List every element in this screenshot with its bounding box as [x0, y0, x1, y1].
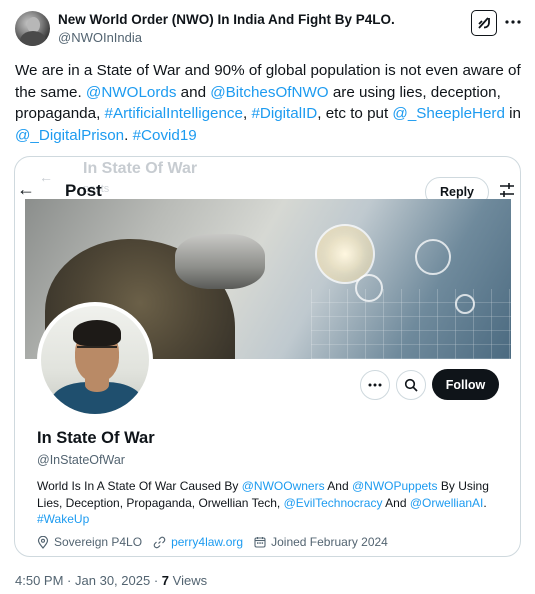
mention-link: @NWOOwners — [241, 479, 325, 493]
mention-link: @OrwellianAI — [409, 495, 484, 510]
tweet-text-segment: , etc to put — [317, 105, 393, 122]
mention-link[interactable]: @_DigitalPrison — [15, 127, 124, 144]
hashtag-link[interactable]: #DigitalID — [251, 105, 317, 122]
hashtag-link[interactable]: #Covid19 — [133, 127, 197, 144]
mention-link[interactable]: @NWOLords — [86, 84, 177, 101]
profile-website: perry4law.org — [153, 535, 243, 549]
profile-location-text: Sovereign P4LO — [54, 535, 143, 549]
hashtag-link[interactable]: #ArtificialIntelligence — [105, 105, 243, 122]
profile-bio: World Is In A State Of War Caused By @NW… — [37, 478, 507, 528]
bio-text-segment: And — [382, 495, 410, 510]
profile-search-button — [396, 370, 426, 400]
author-name[interactable]: New World Order (NWO) In India And Fight… — [58, 12, 395, 27]
tweet-text: We are in a State of War and 90% of glob… — [15, 60, 525, 146]
post-title: Post — [65, 181, 102, 200]
profile-handle: @InStateOfWar — [37, 453, 125, 467]
more-icon — [505, 20, 521, 24]
bio-text-segment: . — [483, 495, 487, 510]
calendar-icon — [254, 537, 266, 548]
profile-website-link: perry4law.org — [171, 535, 244, 549]
tweet-timestamp: 4:50 PM · Jan 30, 2025 · 7 Views — [15, 573, 207, 588]
separator: · — [67, 573, 72, 588]
tweet-text-segment: in — [504, 105, 521, 122]
link-icon — [153, 536, 166, 548]
author-handle[interactable]: @NWOInIndia — [58, 30, 142, 45]
mention-link[interactable]: @BitchesOfNWO — [210, 84, 328, 101]
ghost-profile-title: In State Of War — [83, 160, 198, 177]
profile-location: Sovereign P4LO — [37, 535, 142, 549]
tweet-time[interactable]: 4:50 PM — [15, 573, 63, 588]
profile-avatar — [37, 302, 153, 418]
mention-link[interactable]: @_SheepleHerd — [392, 105, 505, 122]
more-icon — [368, 383, 382, 387]
back-arrow-icon: ← — [17, 179, 35, 199]
location-icon — [37, 535, 49, 549]
grok-button[interactable] — [471, 10, 497, 36]
tweet-text-segment: . — [124, 126, 133, 144]
bio-text-segment: World Is In A State Of War Caused By — [37, 479, 242, 493]
ghost-back-arrow-icon: ← — [39, 169, 53, 185]
views-count: 7 — [161, 573, 170, 588]
profile-joined: Joined February 2024 — [254, 535, 388, 549]
profile-joined-text: Joined February 2024 — [271, 535, 388, 549]
tweet-text-segment: and — [176, 83, 211, 101]
tweet-media-card[interactable]: ← In State Of War posts ← Post Reply Fol… — [14, 156, 521, 557]
bio-text-segment: And — [324, 479, 352, 493]
profile-name: In State Of War — [37, 429, 155, 447]
separator: · — [153, 573, 159, 588]
follow-button: Follow — [432, 369, 499, 400]
views-label: Views — [172, 573, 208, 588]
grok-icon — [478, 17, 490, 29]
profile-meta: Sovereign P4LO perry4law.org Joined Febr… — [37, 535, 399, 549]
author-avatar[interactable] — [15, 11, 50, 46]
tweet-date[interactable]: Jan 30, 2025 — [75, 573, 150, 588]
search-icon — [404, 378, 418, 392]
more-options-button[interactable] — [502, 10, 524, 34]
hashtag-link: #WakeUp — [37, 512, 90, 526]
mention-link: @NWOPuppets — [351, 479, 438, 493]
profile-more-button — [360, 370, 390, 400]
mention-link: @EvilTechnocracy — [283, 495, 383, 510]
